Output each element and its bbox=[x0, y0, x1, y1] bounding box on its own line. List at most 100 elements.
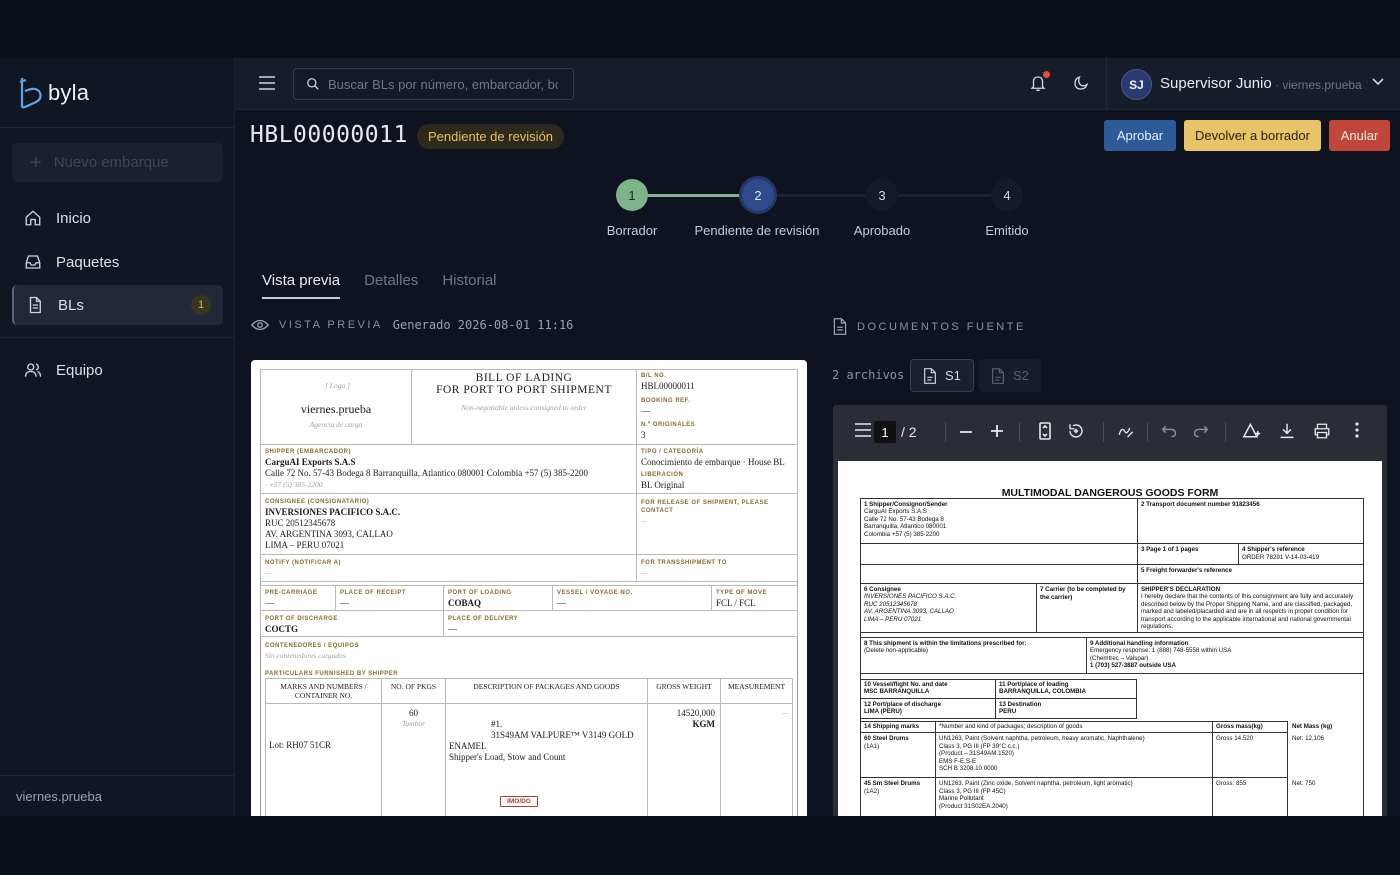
dg-f11: BARRANQUILLA, COLOMBIA bbox=[999, 688, 1086, 695]
sidebar-divider bbox=[0, 127, 235, 128]
precarriage-value: — bbox=[265, 598, 274, 608]
bl-company-sub: Agencia de carga bbox=[309, 420, 363, 429]
dg-f6-line: INVERSIONES PACIFICO S.A.C. bbox=[864, 593, 957, 600]
step-connector-done bbox=[648, 194, 744, 197]
bl-title-note: Non-negotiable unless consigned to order bbox=[461, 403, 587, 412]
sidebar-item-paquetes[interactable]: Paquetes bbox=[12, 242, 223, 282]
consignee-line: LIMA – PERU 07021 bbox=[265, 540, 345, 550]
draw-icon[interactable] bbox=[1117, 422, 1135, 440]
dg-r1-gross: Gross 14,520 bbox=[1216, 735, 1254, 742]
source-file-label: S2 bbox=[1013, 368, 1029, 383]
row-pkgs: 60 bbox=[409, 708, 418, 718]
bl-preview-document[interactable]: [ Logo ] viernes.prueba Agencia de carga… bbox=[251, 360, 807, 816]
dg-r2-desc: Class 3, PG III (FP 45C) bbox=[939, 787, 1006, 795]
toolbar-separator bbox=[1103, 422, 1104, 442]
search-input[interactable] bbox=[328, 76, 558, 92]
print-icon[interactable] bbox=[1313, 422, 1331, 440]
release-value: — bbox=[641, 516, 648, 525]
toolbar-separator bbox=[1147, 422, 1148, 442]
new-shipment-button[interactable]: + Nuevo embarque bbox=[12, 143, 223, 182]
pdf-viewer[interactable]: 1 / 2 MULTIMODAL DANGEROUS GOODS FORM 1 … bbox=[833, 405, 1387, 816]
app-logo[interactable]: byla bbox=[18, 76, 89, 110]
dg-f6-line: LIMA – PERU 07021 bbox=[864, 615, 922, 623]
toolbar-separator bbox=[945, 422, 946, 442]
dg-f9-line: Emergency response: 1 (888) 748-5558 wit… bbox=[1090, 647, 1232, 654]
tipo-value: Conocimiento de embarque · House BL bbox=[641, 457, 785, 467]
step-connector bbox=[774, 194, 868, 197]
row-desc-line: ENAMEL bbox=[449, 741, 487, 751]
delivery-label: PLACE OF DELIVERY bbox=[448, 616, 519, 622]
avatar[interactable]: SJ bbox=[1121, 69, 1152, 100]
dg-r1-desc: UN1263, Paint (Solvent naphtha, petroleu… bbox=[939, 735, 1145, 742]
routing-cell bbox=[552, 585, 712, 611]
undo-icon[interactable] bbox=[1161, 424, 1177, 438]
originals-label: N.º ORIGINALES bbox=[641, 422, 696, 428]
dg-f2: 2 Transport document number 91823456 bbox=[1141, 501, 1260, 508]
row-lot: Lot: RH07 51CR bbox=[269, 740, 332, 750]
main-content: HBL00000011 Pendiente de revisión Aproba… bbox=[235, 110, 1400, 816]
file-icon bbox=[29, 296, 41, 314]
dg-f14-desc: *Number and kind of packages; descriptio… bbox=[939, 723, 1083, 730]
col-pkgs: NO. OF PKGS bbox=[390, 682, 437, 691]
inbox-icon bbox=[25, 255, 41, 269]
redo-icon[interactable] bbox=[1193, 424, 1209, 438]
sidebar-item-bls[interactable]: BLs 1 bbox=[12, 285, 223, 325]
notify-value: — bbox=[265, 568, 272, 577]
approve-button[interactable]: Aprobar bbox=[1104, 120, 1176, 151]
tipo-label: TIPO / CATEGORÍA bbox=[641, 449, 704, 455]
sidebar-footer-divider bbox=[0, 775, 235, 776]
source-file-tab-s2[interactable]: S2 bbox=[979, 359, 1041, 392]
tab-historial[interactable]: Historial bbox=[442, 272, 496, 299]
more-options-icon[interactable] bbox=[1355, 422, 1359, 438]
file-icon bbox=[992, 367, 1004, 384]
shipper-address: Calle 72 No. 57-43 Bodega 8 Barranquilla… bbox=[265, 468, 589, 478]
search-box[interactable] bbox=[293, 68, 574, 100]
col-meas: MEASUREMENT bbox=[727, 682, 786, 691]
return-to-draft-button[interactable]: Devolver a borrador bbox=[1184, 120, 1321, 151]
zoom-out-icon[interactable] bbox=[959, 430, 973, 434]
user-name[interactable]: Supervisor Junio bbox=[1160, 75, 1272, 92]
row-meas: — bbox=[781, 708, 788, 717]
sources-section-label: DOCUMENTOS FUENTE bbox=[857, 320, 1026, 333]
shipper-label: SHIPPER (EMBARCADOR) bbox=[265, 449, 352, 455]
dg-f6-line: RUC 20512345678 bbox=[864, 600, 917, 608]
sidebar-item-equipo[interactable]: Equipo bbox=[12, 350, 223, 390]
sidebar: byla + Nuevo embarque Inicio Paquetes BL… bbox=[0, 58, 235, 816]
sidebar-item-inicio[interactable]: Inicio bbox=[12, 198, 223, 238]
tab-vista-previa[interactable]: Vista previa bbox=[262, 272, 341, 299]
dg-f1-line: Colombia +57 (5) 385-2200 bbox=[864, 530, 940, 538]
consignee-line: INVERSIONES PACIFICO S.A.C. bbox=[265, 507, 401, 517]
add-annotation-icon[interactable] bbox=[1242, 422, 1262, 440]
imo-dg-tag: IMO/DG bbox=[500, 796, 538, 807]
source-file-tab-s1[interactable]: S1 bbox=[910, 359, 974, 392]
bl-notify-cell bbox=[260, 554, 637, 582]
step-1-circle: 1 bbox=[616, 179, 648, 211]
sidebar-toggle-icon[interactable] bbox=[855, 423, 871, 437]
tab-detalles[interactable]: Detalles bbox=[364, 272, 418, 299]
dg-cell bbox=[860, 543, 1138, 565]
row-desc-line: 31S49AM VALPURE™ V3149 GOLD bbox=[491, 730, 634, 740]
chevron-down-icon[interactable] bbox=[1372, 78, 1384, 86]
zoom-in-icon[interactable] bbox=[990, 424, 1004, 438]
dg-r2-desc: Marine Pollutant bbox=[939, 795, 984, 802]
liberacion-label: LIBERACIÓN bbox=[641, 472, 684, 478]
dg-r2-desc: UN1263, Paint (Zinc oxide, Solvent napht… bbox=[939, 780, 1133, 787]
step-3-circle: 3 bbox=[866, 179, 898, 211]
dg-decl-text: I hereby declare that the contents of th… bbox=[1141, 593, 1354, 631]
dg-f4: ORDER 78291 V-14-03-419 bbox=[1242, 554, 1320, 561]
particulars-label: PARTICULARS FURNISHED BY SHIPPER bbox=[265, 671, 399, 677]
dg-f13: PERU bbox=[999, 708, 1017, 715]
download-icon[interactable] bbox=[1279, 422, 1295, 440]
precarriage-label: PRE-CARRIAGE bbox=[265, 590, 318, 596]
dg-r1-marks: 60 Steel Drums bbox=[864, 735, 909, 742]
menu-icon[interactable] bbox=[259, 76, 275, 90]
dg-r1-marks2: (1A1) bbox=[864, 742, 880, 750]
file-icon bbox=[924, 367, 936, 384]
row-gross: 14520,000 bbox=[676, 708, 715, 718]
fit-page-icon[interactable] bbox=[1039, 422, 1051, 440]
rotate-icon[interactable] bbox=[1067, 422, 1085, 440]
dg-r2-marks2: (1A2) bbox=[864, 787, 880, 795]
cancel-bl-button[interactable]: Anular bbox=[1329, 120, 1390, 151]
page-number-input[interactable]: 1 bbox=[874, 421, 896, 443]
moon-icon[interactable] bbox=[1072, 74, 1090, 92]
